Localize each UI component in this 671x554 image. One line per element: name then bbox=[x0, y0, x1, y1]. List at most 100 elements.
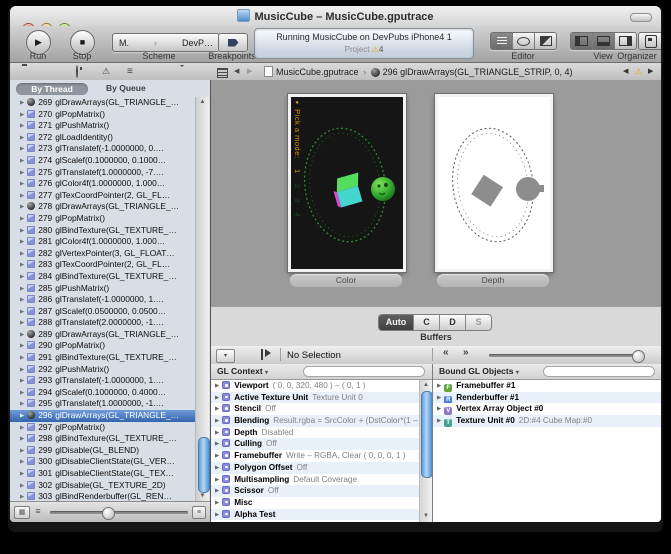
gl-call-row[interactable]: ▶282glVertexPointer(3, GL_FLOAT… bbox=[10, 248, 196, 260]
gl-context-title[interactable]: GL Context ▾ bbox=[217, 366, 268, 376]
gl-call-row[interactable]: ▶287glScalef(0.0500000, 0.0500… bbox=[10, 306, 196, 318]
scroll-down-icon[interactable]: ▼ bbox=[420, 511, 432, 522]
issue-back-icon[interactable]: ◀ bbox=[623, 66, 628, 77]
gl-call-row[interactable]: ▶300glDisableClientState(GL_VER… bbox=[10, 456, 196, 468]
gl-call-row[interactable]: ▶302glDisable(GL_TEXTURE_2D) bbox=[10, 480, 196, 492]
gl-call-row[interactable]: ▶283glTexCoordPointer(2, GL_FL… bbox=[10, 259, 196, 271]
table-row[interactable]: ▶Polygon OffsetOff bbox=[211, 462, 420, 474]
gl-context-scrollbar[interactable]: ▲ ▼ bbox=[419, 380, 432, 522]
toolbar-toggle-capsule[interactable] bbox=[630, 13, 652, 22]
gl-call-row[interactable]: ▶275glTranslatef(1.0000000, -7.… bbox=[10, 167, 196, 179]
call-scrubber-track[interactable] bbox=[489, 354, 643, 357]
frame-scrubber-track[interactable] bbox=[50, 511, 188, 514]
gl-call-row[interactable]: ▶276glColor4f(1.0000000, 1.000… bbox=[10, 178, 196, 190]
table-row[interactable]: ▶VVertex Array Object #0 bbox=[433, 403, 661, 415]
scheme-segment-left[interactable]: M. bbox=[119, 38, 129, 48]
gl-context-search-input[interactable] bbox=[303, 366, 425, 377]
table-row[interactable]: ▶ScissorOff bbox=[211, 485, 420, 497]
gl-call-row[interactable]: ▶278glDrawArrays(GL_TRIANGLE_… bbox=[10, 201, 196, 213]
tab-by-queue[interactable]: By Queue bbox=[106, 83, 146, 93]
jump-prev-icon[interactable]: « bbox=[443, 347, 449, 359]
breakpoints-button[interactable] bbox=[218, 33, 248, 52]
debug-popup-button[interactable]: ▾ bbox=[216, 349, 235, 363]
gl-call-row[interactable]: ▶297glPopMatrix() bbox=[10, 422, 196, 434]
color-buffer-label[interactable]: Color bbox=[290, 274, 402, 287]
window-titlebar[interactable]: MusicCube – MusicCube.gputrace bbox=[10, 6, 661, 27]
gl-call-row[interactable]: ▶289glDrawArrays(GL_TRIANGLE_… bbox=[10, 329, 196, 341]
issue-navigator-icon[interactable]: ⚠ bbox=[102, 66, 110, 77]
gl-call-row[interactable]: ▶277glTexCoordPointer(2, GL_FL… bbox=[10, 190, 196, 202]
gl-call-row[interactable]: ▶274glScalef(0.1000000, 0.1000… bbox=[10, 155, 196, 167]
gl-call-row[interactable]: ▶299glDisable(GL_BLEND) bbox=[10, 445, 196, 457]
bound-objects-search-input[interactable] bbox=[543, 366, 655, 377]
gl-call-row[interactable]: ▶281glColor4f(1.0000000, 1.000… bbox=[10, 236, 196, 248]
table-row[interactable]: ▶RRenderbuffer #1 bbox=[433, 392, 661, 404]
buffers-color-button[interactable]: C bbox=[414, 315, 440, 330]
gl-call-row[interactable]: ▶286glTranslatef(-1.0000000, 1.… bbox=[10, 294, 196, 306]
gl-call-row[interactable]: ▶294glScalef(0.1000000, 0.4000… bbox=[10, 387, 196, 399]
gl-call-row[interactable]: ▶279glPopMatrix() bbox=[10, 213, 196, 225]
search-navigator-icon[interactable] bbox=[76, 66, 78, 77]
tab-by-thread[interactable]: By Thread bbox=[16, 83, 88, 95]
gl-call-row[interactable]: ▶291glBindTexture(GL_TEXTURE_… bbox=[10, 352, 196, 364]
table-row[interactable]: ▶BlendingResult.rgba = SrcColor + (DstCo… bbox=[211, 415, 420, 427]
jumpbar-back-icon[interactable]: ◀ bbox=[234, 66, 239, 77]
gl-call-row[interactable]: ▶290glPopMatrix() bbox=[10, 340, 196, 352]
gl-call-row[interactable]: ▶285glPushMatrix() bbox=[10, 283, 196, 295]
gl-call-row[interactable]: ▶272glLoadIdentity() bbox=[10, 132, 196, 144]
assistant-editor-button[interactable] bbox=[513, 33, 535, 49]
gl-call-row[interactable]: ▶295glTranslatef(1.0000000, -1.… bbox=[10, 398, 196, 410]
debug-navigator-icon[interactable]: ≡ bbox=[127, 66, 133, 77]
show-debug-area-button[interactable] bbox=[593, 33, 615, 49]
jumpbar-forward-icon[interactable]: ▶ bbox=[247, 66, 252, 77]
breadcrumb-file[interactable]: MusicCube.gputrace bbox=[276, 67, 359, 77]
table-row[interactable]: ▶FFramebuffer #1 bbox=[433, 380, 661, 392]
gl-call-row[interactable]: ▶269glDrawArrays(GL_TRIANGLE_… bbox=[10, 97, 196, 109]
jump-next-icon[interactable]: » bbox=[463, 347, 469, 359]
list-style-icon[interactable]: ≡ bbox=[31, 506, 45, 517]
call-scrubber-knob[interactable] bbox=[632, 350, 645, 363]
version-editor-button[interactable] bbox=[535, 33, 556, 49]
table-row[interactable]: ▶Misc bbox=[211, 497, 420, 509]
table-row[interactable]: ▶CullingOff bbox=[211, 438, 420, 450]
buffers-auto-button[interactable]: Auto bbox=[379, 315, 414, 330]
issue-count[interactable]: 4 bbox=[379, 45, 383, 54]
warning-icon[interactable]: ⚠ bbox=[372, 45, 379, 54]
gl-call-row[interactable]: ▶288glTranslatef(2.0000000, -1.… bbox=[10, 317, 196, 329]
depth-buffer-preview[interactable] bbox=[435, 94, 553, 272]
issue-forward-icon[interactable]: ▶ bbox=[648, 66, 653, 77]
table-row[interactable]: ▶Alpha Test bbox=[211, 509, 420, 521]
sidebar-scroll-thumb[interactable] bbox=[198, 437, 210, 493]
table-row[interactable]: ▶FramebufferWrite – RGBA, Clear ( 0, 0, … bbox=[211, 450, 420, 462]
gl-call-row[interactable]: ▶301glDisableClientState(GL_TEX… bbox=[10, 468, 196, 480]
panel-divider[interactable] bbox=[432, 364, 433, 522]
breadcrumb-selection[interactable]: 296 glDrawArrays(GL_TRIANGLE_STRIP, 0, 4… bbox=[383, 67, 573, 77]
show-utilities-button[interactable] bbox=[615, 33, 636, 49]
table-row[interactable]: ▶Active Texture UnitTexture Unit 0 bbox=[211, 392, 420, 404]
buffers-stencil-button[interactable]: S bbox=[466, 315, 491, 330]
gl-call-row[interactable]: ▶298glBindTexture(GL_TEXTURE_… bbox=[10, 433, 196, 445]
scroll-up-icon[interactable]: ▲ bbox=[196, 97, 209, 108]
flatten-toggle-button[interactable]: ▦ bbox=[14, 506, 30, 519]
step-draw-call-icon[interactable] bbox=[261, 349, 263, 361]
gl-call-row[interactable]: ▶292glPushMatrix() bbox=[10, 364, 196, 376]
frame-scrubber-knob[interactable] bbox=[102, 507, 115, 520]
table-row[interactable]: ▶Viewport( 0, 0, 320, 480 ) – ( 0, 1 ) bbox=[211, 380, 420, 392]
gl-call-row[interactable]: ▶270glPopMatrix() bbox=[10, 109, 196, 121]
gl-call-row[interactable]: ▶280glBindTexture(GL_TEXTURE_… bbox=[10, 225, 196, 237]
table-row[interactable]: ▶DepthDisabled bbox=[211, 427, 420, 439]
gl-call-row[interactable]: ▶296glDrawArrays(GL_TRIANGLE_… bbox=[10, 410, 196, 422]
gl-call-row[interactable]: ▶293glTranslatef(-1.0000000, 1.… bbox=[10, 375, 196, 387]
buffers-depth-button[interactable]: D bbox=[440, 315, 466, 330]
table-row[interactable]: ▶TTexture Unit #02D:#4 Cube Map:#0 bbox=[433, 415, 661, 427]
standard-editor-button[interactable] bbox=[491, 33, 513, 49]
related-items-icon[interactable] bbox=[217, 66, 228, 78]
scroll-up-icon[interactable]: ▲ bbox=[420, 380, 432, 391]
table-row[interactable]: ▶MultisamplingDefault Coverage bbox=[211, 474, 420, 486]
show-navigator-button[interactable] bbox=[571, 33, 593, 49]
color-buffer-preview[interactable]: ● Pick a mode: 1 2 3 4 bbox=[288, 94, 406, 272]
bound-objects-title[interactable]: Bound GL Objects ▾ bbox=[439, 366, 519, 376]
issue-warning-icon[interactable]: ⚠ bbox=[635, 66, 642, 77]
scheme-selector[interactable]: M. › DevP… bbox=[112, 33, 220, 52]
depth-buffer-label[interactable]: Depth bbox=[437, 274, 549, 287]
